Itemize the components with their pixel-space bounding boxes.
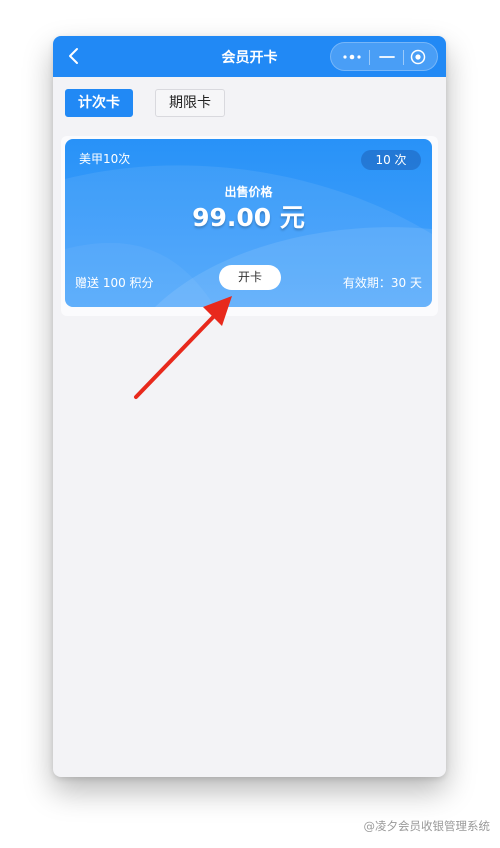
usage-count-badge: 10 次	[361, 150, 421, 170]
card-name: 美甲10次	[79, 152, 131, 166]
header-bar: 会员开卡	[53, 36, 446, 77]
minimize-icon[interactable]	[376, 50, 398, 64]
capsule-divider	[369, 50, 370, 65]
tab-period-card[interactable]: 期限卡	[155, 89, 225, 117]
phone-screen: 会员开卡 计次卡 期限卡 美甲10次 10 次 出售价格 99.00 元 赠送 …	[53, 36, 446, 777]
validity-period: 有效期：30 天	[342, 276, 422, 290]
card-container: 美甲10次 10 次 出售价格 99.00 元 赠送 100 积分 开卡 有效期…	[61, 136, 438, 316]
capsule-menu	[330, 42, 438, 71]
more-dots-icon[interactable]	[341, 50, 363, 64]
membership-card: 美甲10次 10 次 出售价格 99.00 元 赠送 100 积分 开卡 有效期…	[65, 139, 432, 307]
close-target-icon[interactable]	[410, 49, 426, 65]
tab-count-card[interactable]: 计次卡	[65, 89, 133, 117]
open-card-button[interactable]: 开卡	[219, 265, 281, 290]
watermark: @凌夕会员收银管理系统	[363, 819, 491, 833]
price-value: 99.00 元	[192, 203, 305, 232]
capsule-divider	[403, 50, 404, 65]
bonus-points: 赠送 100 积分	[75, 276, 154, 290]
